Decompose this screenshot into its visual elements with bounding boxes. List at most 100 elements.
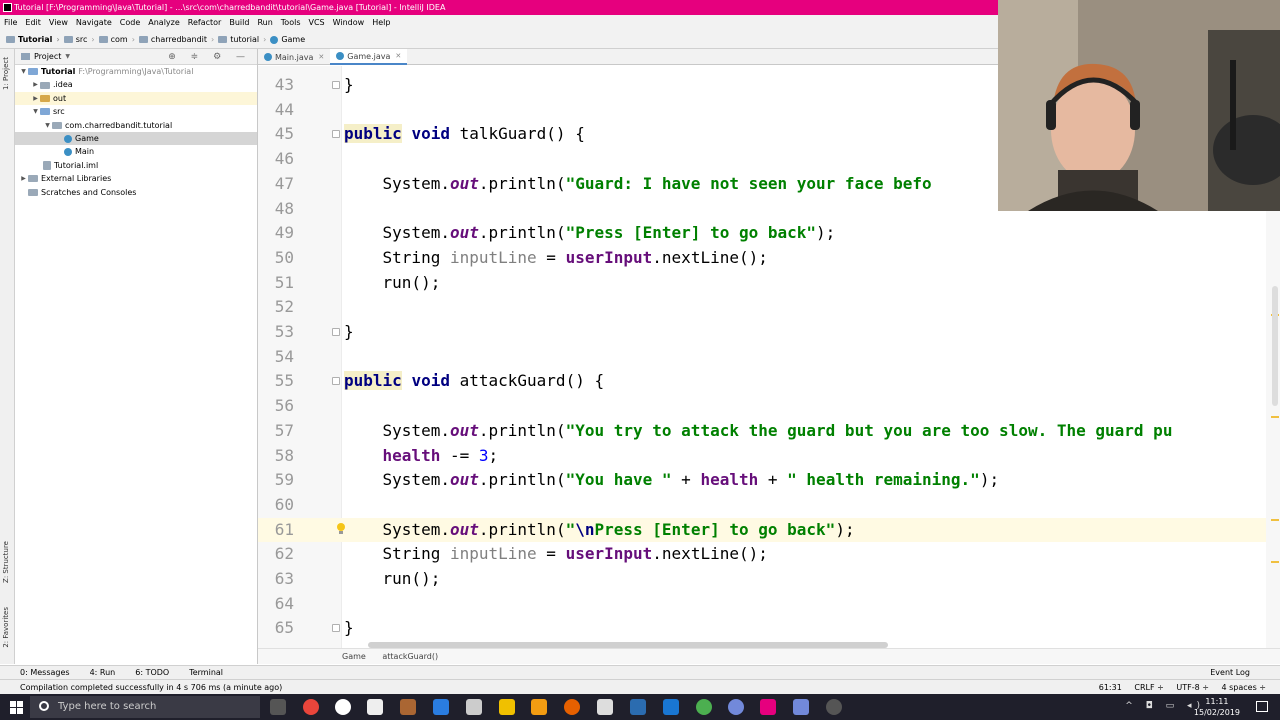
fold-marker-icon[interactable] <box>332 130 340 139</box>
fold-marker-icon[interactable] <box>332 328 340 336</box>
tool-tab-favorites[interactable]: 2: Favorites <box>2 607 10 648</box>
code-line[interactable]: 59 System.out.println("You have " + heal… <box>258 468 1266 493</box>
close-icon[interactable]: ✕ <box>395 52 401 60</box>
windows-start-icon[interactable] <box>10 701 23 714</box>
chevron-right-icon[interactable]: ▶ <box>31 78 40 91</box>
code-line[interactable]: 64 <box>258 592 1266 617</box>
nav-crumb-tutorial-package[interactable]: tutorial › <box>218 31 266 49</box>
chevron-down-icon[interactable]: ▼ <box>65 49 70 65</box>
menu-build[interactable]: Build <box>229 15 249 31</box>
fold-marker-icon[interactable] <box>332 624 340 633</box>
caret-position[interactable]: 61:31 <box>1099 683 1122 692</box>
project-panel-tools[interactable]: ⊕ ≑ ⚙ — <box>168 49 251 65</box>
chevron-down-icon[interactable]: ▼ <box>31 105 40 118</box>
code-line[interactable]: 62 String inputLine = userInput.nextLine… <box>258 542 1266 567</box>
code-line[interactable]: 63 run(); <box>258 567 1266 592</box>
tree-item-out[interactable]: ▶ out <box>15 91 257 106</box>
tool-button-terminal[interactable]: Terminal <box>189 666 223 679</box>
code-line[interactable]: 55 public void attackGuard() { <box>258 369 1266 394</box>
code-line[interactable]: 51 run(); <box>258 271 1266 296</box>
tree-item-iml[interactable]: Tutorial.iml <box>15 159 257 172</box>
app-icon[interactable] <box>531 699 547 715</box>
code-line[interactable]: 50 String inputLine = userInput.nextLine… <box>258 246 1266 271</box>
visual-studio-icon[interactable] <box>630 699 646 715</box>
project-panel-title[interactable]: Project <box>34 49 61 65</box>
vertical-scrollbar[interactable] <box>1272 286 1278 406</box>
chevron-down-icon[interactable]: ▼ <box>19 65 28 78</box>
warning-marker[interactable] <box>1271 561 1279 563</box>
tree-item-game[interactable]: Game <box>15 131 257 146</box>
code-line[interactable]: 58 health -= 3; <box>258 444 1266 469</box>
chevron-down-icon[interactable]: ▼ <box>43 119 52 132</box>
tab-main-java[interactable]: Main.java ✕ <box>258 49 330 65</box>
nav-crumb-src[interactable]: src › <box>63 31 95 49</box>
store-icon[interactable] <box>400 699 416 715</box>
fold-marker-icon[interactable] <box>332 377 340 386</box>
code-line[interactable]: 52 <box>258 295 1266 320</box>
task-view-icon[interactable] <box>270 699 286 715</box>
chrome-icon[interactable] <box>303 699 319 715</box>
code-line[interactable]: 61 System.out.println("\nPress [Enter] t… <box>258 517 1266 543</box>
firefox-icon[interactable] <box>564 699 580 715</box>
code-line[interactable]: 54 <box>258 345 1266 370</box>
code-line[interactable]: 60 <box>258 493 1266 518</box>
intellij-icon[interactable] <box>760 699 776 715</box>
line-separator[interactable]: CRLF ÷ <box>1134 683 1163 692</box>
menu-view[interactable]: View <box>49 15 68 31</box>
breadcrumb-game[interactable]: Game <box>342 652 366 661</box>
tree-item-idea[interactable]: ▶ .idea <box>15 78 257 91</box>
app-icon[interactable] <box>597 699 613 715</box>
tree-item-tutorial[interactable]: ▼ Tutorial F:\Programming\Java\Tutorial <box>15 65 257 78</box>
warning-marker[interactable] <box>1271 519 1279 521</box>
code-line[interactable]: 57 System.out.println("You try to attack… <box>258 419 1266 444</box>
nav-crumb-charredbandit[interactable]: charredbandit › <box>138 31 214 49</box>
menu-analyze[interactable]: Analyze <box>148 15 180 31</box>
nav-crumb-com[interactable]: com › <box>98 31 135 49</box>
tree-item-src[interactable]: ▼ src <box>15 105 257 118</box>
tree-item-main[interactable]: Main <box>15 145 257 158</box>
warning-marker[interactable] <box>1271 416 1279 418</box>
menu-help[interactable]: Help <box>372 15 390 31</box>
discord-icon[interactable] <box>728 699 744 715</box>
menu-edit[interactable]: Edit <box>25 15 41 31</box>
tool-button-todo[interactable]: 6: TODO <box>135 666 169 679</box>
tool-tab-project[interactable]: 1: Project <box>2 57 10 90</box>
app-icon[interactable] <box>793 699 809 715</box>
taskbar-clock[interactable]: 11:11 15/02/2019 <box>1194 694 1240 718</box>
chevron-right-icon[interactable]: ▶ <box>31 92 40 105</box>
code-line[interactable]: 65} <box>258 616 1266 641</box>
xbox-icon[interactable] <box>335 699 351 715</box>
app-icon[interactable] <box>696 699 712 715</box>
menu-refactor[interactable]: Refactor <box>188 15 222 31</box>
app-icon[interactable] <box>499 699 515 715</box>
taskbar-search-box[interactable]: Type here to search <box>30 696 260 718</box>
edge-icon[interactable] <box>433 699 449 715</box>
tree-item-external-libraries[interactable]: ▶ External Libraries <box>15 172 257 185</box>
nav-crumb-game[interactable]: Game <box>270 31 305 49</box>
chevron-right-icon[interactable]: ▶ <box>19 172 28 185</box>
app-icon[interactable] <box>466 699 482 715</box>
tab-game-java[interactable]: Game.java ✕ <box>330 49 408 65</box>
breadcrumb-attackguard[interactable]: attackGuard() <box>382 652 438 661</box>
notification-icon[interactable] <box>1256 701 1268 712</box>
menu-vcs[interactable]: VCS <box>309 15 325 31</box>
code-line[interactable]: 56 <box>258 394 1266 419</box>
menu-tools[interactable]: Tools <box>281 15 301 31</box>
tree-item-package[interactable]: ▼ com.charredbandit.tutorial <box>15 119 257 132</box>
indent-setting[interactable]: 4 spaces ÷ <box>1221 683 1266 692</box>
file-encoding[interactable]: UTF-8 ÷ <box>1176 683 1209 692</box>
menu-code[interactable]: Code <box>120 15 140 31</box>
tree-item-scratches[interactable]: Scratches and Consoles <box>15 186 257 199</box>
close-icon[interactable]: ✕ <box>318 53 324 61</box>
app-icon[interactable] <box>663 699 679 715</box>
code-line[interactable]: 49 System.out.println("Press [Enter] to … <box>258 221 1266 246</box>
code-line[interactable]: 53} <box>258 320 1266 345</box>
obs-icon[interactable] <box>826 699 842 715</box>
menu-run[interactable]: Run <box>257 15 272 31</box>
tool-button-messages[interactable]: 0: Messages <box>20 666 70 679</box>
menu-navigate[interactable]: Navigate <box>76 15 112 31</box>
tool-button-event-log[interactable]: Event Log <box>1210 666 1250 680</box>
tool-button-run[interactable]: 4: Run <box>90 666 116 679</box>
menu-window[interactable]: Window <box>333 15 365 31</box>
fold-marker-icon[interactable] <box>332 81 340 89</box>
